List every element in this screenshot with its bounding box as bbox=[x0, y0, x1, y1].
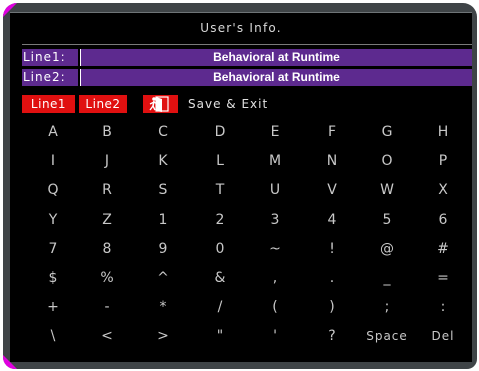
key-r4c2[interactable]: 9 bbox=[136, 235, 190, 263]
key-r2c7[interactable]: X bbox=[416, 176, 470, 204]
key-r5c2[interactable]: ^ bbox=[136, 264, 190, 292]
key-r3c4[interactable]: 3 bbox=[248, 206, 302, 234]
exit-door-button[interactable] bbox=[143, 95, 178, 113]
key-r2c0[interactable]: Q bbox=[26, 176, 80, 204]
save-exit-button[interactable]: Save & Exit bbox=[188, 95, 268, 113]
key-r6c3[interactable]: / bbox=[193, 293, 247, 321]
key-r5c7[interactable]: = bbox=[416, 264, 470, 292]
key-r3c0[interactable]: Y bbox=[26, 206, 80, 234]
key-r1c5[interactable]: N bbox=[305, 147, 359, 175]
key-r4c7[interactable]: # bbox=[416, 235, 470, 263]
key-r6c4[interactable]: ( bbox=[248, 293, 302, 321]
key-r4c4[interactable]: ~ bbox=[248, 235, 302, 263]
key-r7c0[interactable]: \ bbox=[26, 322, 80, 350]
key-r7c1[interactable]: < bbox=[80, 322, 134, 350]
key-r6c7[interactable]: : bbox=[416, 293, 470, 321]
exit-door-icon bbox=[143, 96, 178, 116]
key-r0c7[interactable]: H bbox=[416, 118, 470, 146]
key-r6c6[interactable]: ; bbox=[360, 293, 414, 321]
line1-row: Line1: Behavioral at Runtime bbox=[22, 49, 472, 66]
key-r7c5[interactable]: ? bbox=[305, 322, 359, 350]
key-r2c3[interactable]: T bbox=[193, 176, 247, 204]
info-screen: User's Info. Line1: Behavioral at Runtim… bbox=[10, 12, 472, 362]
key-r0c1[interactable]: B bbox=[80, 118, 134, 146]
title-divider bbox=[22, 44, 472, 45]
key-r2c5[interactable]: V bbox=[305, 176, 359, 204]
key-r3c3[interactable]: 2 bbox=[193, 206, 247, 234]
key-r1c4[interactable]: M bbox=[248, 147, 302, 175]
key-delete[interactable]: Del bbox=[416, 322, 470, 350]
key-r5c1[interactable]: % bbox=[80, 264, 134, 292]
key-r6c5[interactable]: ) bbox=[305, 293, 359, 321]
line2-label: Line2: bbox=[22, 69, 78, 86]
key-r0c2[interactable]: C bbox=[136, 118, 190, 146]
line1-field[interactable]: Behavioral at Runtime bbox=[80, 49, 472, 66]
key-r3c1[interactable]: Z bbox=[80, 206, 134, 234]
key-r3c2[interactable]: 1 bbox=[136, 206, 190, 234]
key-r4c5[interactable]: ! bbox=[305, 235, 359, 263]
key-r4c6[interactable]: @ bbox=[360, 235, 414, 263]
device-frame: User's Info. Line1: Behavioral at Runtim… bbox=[3, 3, 477, 369]
key-r6c1[interactable]: - bbox=[80, 293, 134, 321]
key-r0c4[interactable]: E bbox=[248, 118, 302, 146]
key-r0c0[interactable]: A bbox=[26, 118, 80, 146]
key-r4c3[interactable]: 0 bbox=[193, 235, 247, 263]
key-r6c0[interactable]: + bbox=[26, 293, 80, 321]
line2-button[interactable]: Line2 bbox=[79, 95, 127, 113]
line2-field[interactable]: Behavioral at Runtime bbox=[80, 69, 472, 86]
key-r1c3[interactable]: L bbox=[193, 147, 247, 175]
key-r5c3[interactable]: & bbox=[193, 264, 247, 292]
page-title: User's Info. bbox=[200, 21, 282, 35]
key-r2c6[interactable]: W bbox=[360, 176, 414, 204]
key-r7c3[interactable]: " bbox=[193, 322, 247, 350]
key-r3c5[interactable]: 4 bbox=[305, 206, 359, 234]
key-r2c4[interactable]: U bbox=[248, 176, 302, 204]
key-r3c7[interactable]: 6 bbox=[416, 206, 470, 234]
key-r5c0[interactable]: $ bbox=[26, 264, 80, 292]
key-r7c2[interactable]: > bbox=[136, 322, 190, 350]
key-r1c2[interactable]: K bbox=[136, 147, 190, 175]
key-r1c6[interactable]: O bbox=[360, 147, 414, 175]
key-r1c7[interactable]: P bbox=[416, 147, 470, 175]
line2-row: Line2: Behavioral at Runtime bbox=[22, 69, 472, 86]
key-r2c1[interactable]: R bbox=[80, 176, 134, 204]
key-r4c0[interactable]: 7 bbox=[26, 235, 80, 263]
key-r1c0[interactable]: I bbox=[26, 147, 80, 175]
key-r5c5[interactable]: . bbox=[305, 264, 359, 292]
key-r5c6[interactable]: _ bbox=[360, 264, 414, 292]
line1-button[interactable]: Line1 bbox=[22, 95, 75, 113]
key-r6c2[interactable]: * bbox=[136, 293, 190, 321]
key-r4c1[interactable]: 8 bbox=[80, 235, 134, 263]
key-r3c6[interactable]: 5 bbox=[360, 206, 414, 234]
key-r0c6[interactable]: G bbox=[360, 118, 414, 146]
line1-label: Line1: bbox=[22, 49, 78, 66]
key-r0c3[interactable]: D bbox=[193, 118, 247, 146]
key-space[interactable]: Space bbox=[360, 322, 414, 350]
key-r1c1[interactable]: J bbox=[80, 147, 134, 175]
key-r0c5[interactable]: F bbox=[305, 118, 359, 146]
key-r7c4[interactable]: ' bbox=[248, 322, 302, 350]
key-r2c2[interactable]: S bbox=[136, 176, 190, 204]
key-r5c4[interactable]: , bbox=[248, 264, 302, 292]
